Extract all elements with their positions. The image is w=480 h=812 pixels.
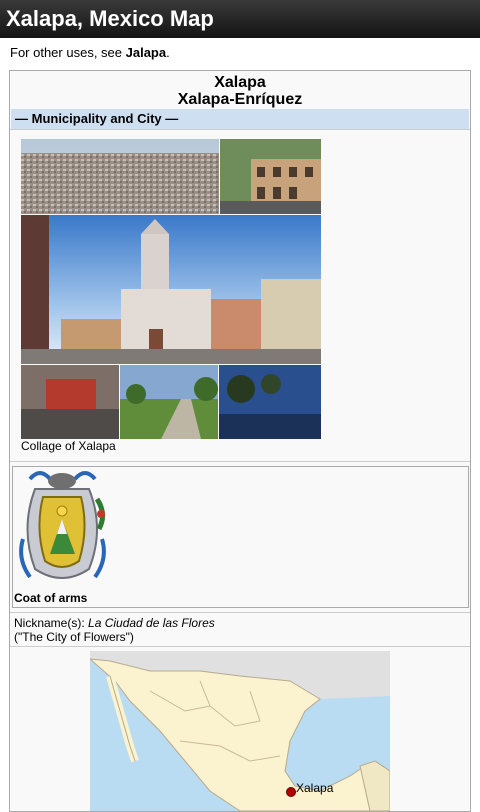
nickname-row: Nickname(s): La Ciudad de las Flores ("T… [14, 616, 215, 644]
xalapa-marker-icon [286, 787, 296, 797]
nickname-translation: ("The City of Flowers") [14, 630, 134, 644]
infobox-title: Xalapa Xalapa-Enríquez [10, 71, 470, 108]
app-title-bar: Xalapa, Mexico Map [0, 0, 480, 38]
infobox-name: Xalapa [214, 74, 266, 91]
divider [10, 129, 470, 130]
subheader-label: — Municipality and City — [15, 111, 179, 126]
hatnote-prefix: For other uses, see [10, 45, 126, 60]
infobox: Xalapa Xalapa-Enríquez — Municipality an… [9, 70, 471, 812]
nickname-value: La Ciudad de las Flores [88, 616, 215, 630]
coat-of-arms-label: Coat of arms [14, 591, 88, 605]
nickname-label: Nickname(s): [14, 616, 89, 630]
location-map[interactable]: Xalapa [90, 651, 390, 811]
infobox-official-name: Xalapa-Enríquez [177, 91, 303, 108]
coat-of-arms-image[interactable] [15, 469, 110, 589]
hatnote-suffix: . [166, 45, 170, 60]
coat-of-arms-box: Coat of arms [12, 466, 469, 608]
jalapa-link[interactable]: Jalapa [126, 45, 166, 60]
hatnote: For other uses, see Jalapa. [10, 45, 480, 63]
divider [10, 612, 470, 613]
divider [10, 461, 470, 462]
map-city-label: Xalapa [296, 781, 334, 795]
city-collage-image[interactable] [21, 139, 321, 439]
page-title: Xalapa, Mexico Map [6, 6, 214, 31]
collage-caption: Collage of Xalapa [21, 439, 116, 453]
infobox-subheader: — Municipality and City — [11, 109, 469, 129]
divider [10, 646, 470, 647]
